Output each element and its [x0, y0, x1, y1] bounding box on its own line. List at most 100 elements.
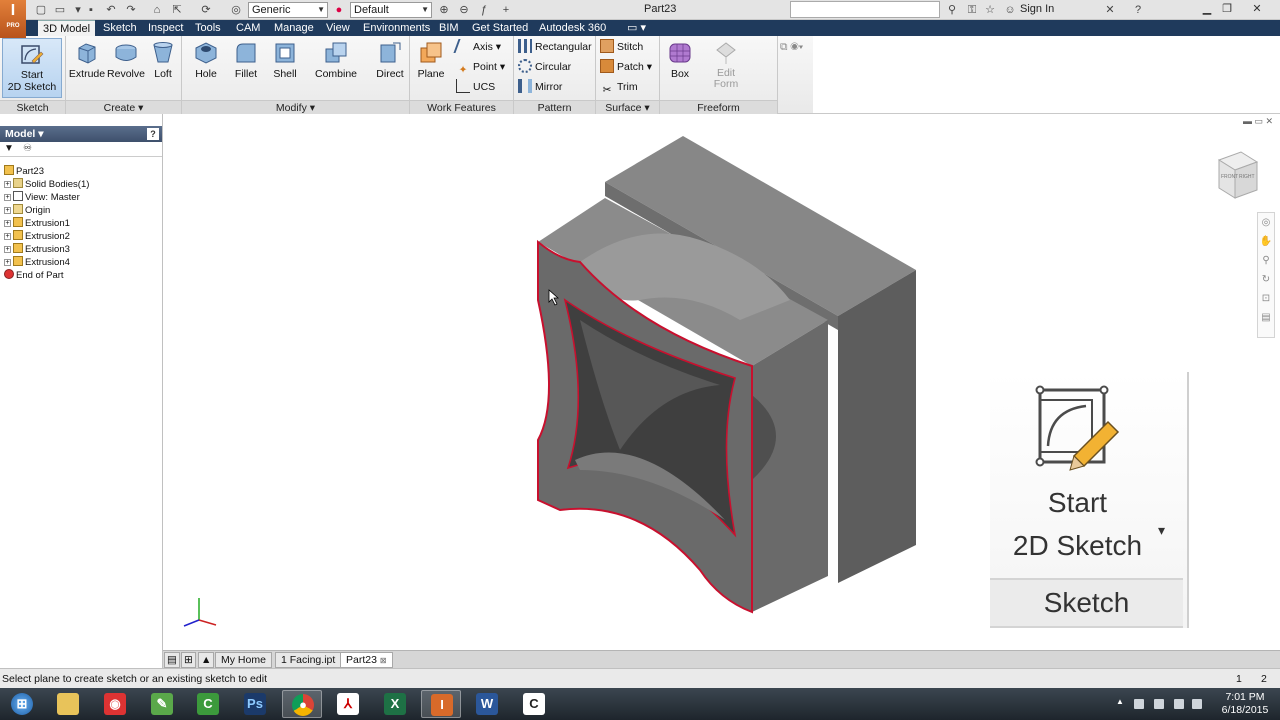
taskbar-clock[interactable]: 7:01 PM 6/18/2015 — [1210, 691, 1280, 717]
expand-icon[interactable]: + — [4, 194, 11, 201]
taskbar-app-red[interactable]: ◉ — [95, 690, 135, 718]
select-icon[interactable]: ◎ — [228, 2, 244, 18]
fx-icon[interactable]: ƒ — [476, 2, 492, 18]
tab-environments[interactable]: Environments — [358, 20, 435, 36]
new-icon[interactable]: ▢ — [33, 2, 49, 18]
expand-icon[interactable]: + — [4, 233, 11, 240]
binoculars-icon[interactable]: ♾ — [23, 143, 32, 154]
customize-icon[interactable]: ▤ — [1258, 308, 1274, 327]
circular-pattern-button[interactable]: Circular — [518, 58, 571, 76]
taskbar-camtasia-recorder[interactable]: C — [514, 690, 554, 718]
doc-tab-part23[interactable]: Part23 ⊠ — [340, 652, 393, 668]
extrude-button[interactable]: Extrude — [68, 38, 106, 98]
undo-icon[interactable]: ↶ — [103, 2, 119, 18]
tree-item-view[interactable]: + View: Master — [4, 191, 80, 204]
user-icon[interactable]: ☺ — [1002, 2, 1018, 18]
tab-autodesk-360[interactable]: Autodesk 360 — [534, 20, 611, 36]
pan-icon[interactable]: ✋ — [1258, 232, 1274, 251]
taskbar-app-green[interactable]: ✎ — [142, 690, 182, 718]
doc-tab-facing[interactable]: 1 Facing.ipt — [275, 652, 342, 668]
taskbar-photoshop[interactable]: Ps — [235, 690, 275, 718]
look-at-icon[interactable]: ⊡ — [1258, 289, 1274, 308]
trim-button[interactable]: ✂ Trim — [600, 78, 638, 96]
ucs-button[interactable]: UCS — [456, 78, 495, 96]
tab-tools[interactable]: Tools — [190, 20, 226, 36]
taskbar-chrome[interactable]: ● — [282, 690, 322, 718]
shell-button[interactable]: Shell — [268, 38, 302, 98]
stitch-button[interactable]: Stitch — [600, 38, 643, 56]
mirror-button[interactable]: Mirror — [518, 78, 562, 96]
tree-item-end-of-part[interactable]: End of Part — [4, 269, 64, 282]
update-icon[interactable]: ⟳ — [198, 2, 214, 18]
panel-title-modify[interactable]: Modify ▾ — [182, 100, 409, 114]
expand-icon[interactable]: + — [4, 246, 11, 253]
doc-menu-icon[interactable]: ▲ — [198, 652, 215, 668]
ribbon-options-icon[interactable]: ▭ ▾ — [622, 20, 651, 36]
tree-item-origin[interactable]: + Origin — [4, 204, 50, 217]
taskbar-explorer[interactable] — [48, 690, 88, 718]
help-search-input[interactable] — [790, 1, 940, 18]
expand-icon[interactable]: + — [4, 259, 11, 266]
hole-button[interactable]: Hole — [188, 38, 224, 98]
convert-icon[interactable]: ⧉ ◉▾ — [780, 38, 803, 56]
cascade-icon[interactable]: ⊞ — [181, 652, 196, 668]
clear-override-icon[interactable]: ⊖ — [456, 2, 472, 18]
sign-in-link[interactable]: Sign In — [1020, 3, 1054, 15]
graphics-viewport[interactable]: ▬ ▭ ✕ FRONT RIGHT ◎ ✋ ⚲ ↻ ⊡ ▤ Start 2D S… — [163, 114, 1280, 650]
combine-button[interactable]: Combine — [310, 38, 362, 98]
taskbar-excel[interactable]: X — [375, 690, 415, 718]
measure-icon[interactable]: ⊕ — [436, 2, 452, 18]
tray-expand-icon[interactable]: ▲ — [1116, 697, 1126, 707]
tray-battery-icon[interactable] — [1154, 699, 1164, 709]
zoom-icon[interactable]: ⚲ — [1258, 251, 1274, 270]
plane-button[interactable]: Plane — [414, 38, 448, 98]
appearance-combo[interactable]: Generic ▼ — [248, 2, 328, 18]
expand-icon[interactable]: + — [4, 207, 11, 214]
binoculars-icon[interactable]: ⚲ — [944, 2, 960, 18]
filter-icon[interactable]: ▼ — [4, 143, 14, 154]
tree-item-extrusion2[interactable]: + Extrusion2 — [4, 230, 70, 243]
point-button[interactable]: ✦ Point ▾ — [456, 58, 506, 76]
tab-bim[interactable]: BIM — [434, 20, 464, 36]
edit-form-button[interactable]: Edit Form — [708, 38, 744, 98]
orbit-icon[interactable]: ↻ — [1258, 270, 1274, 289]
taskbar-inventor[interactable]: I — [421, 690, 461, 718]
box-button[interactable]: Box — [662, 38, 698, 98]
tree-item-extrusion4[interactable]: + Extrusion4 — [4, 256, 70, 269]
add-icon[interactable]: + — [498, 2, 514, 18]
tile-icon[interactable]: ▤ — [164, 652, 180, 668]
revolve-button[interactable]: Revolve — [106, 38, 146, 98]
patch-button[interactable]: Patch ▾ — [600, 58, 652, 76]
return-icon[interactable]: ⇱ — [169, 2, 185, 18]
axis-button[interactable]: Axis ▾ — [453, 38, 501, 56]
tab-view[interactable]: View — [321, 20, 355, 36]
tree-item-part[interactable]: Part23 — [4, 165, 44, 178]
viewport-window-controls[interactable]: ▬ ▭ ✕ — [1243, 116, 1273, 127]
expand-icon[interactable]: + — [4, 181, 11, 188]
minimize-icon[interactable]: ▁ — [1198, 1, 1216, 17]
key-icon[interactable]: ⚿ — [964, 2, 980, 18]
home-icon[interactable]: ⌂ — [149, 2, 165, 18]
close-icon[interactable]: ✕ — [1248, 1, 1266, 17]
loft-button[interactable]: Loft — [146, 38, 180, 98]
steering-wheel-icon[interactable]: ◎ — [1258, 213, 1274, 232]
save-icon[interactable]: ▪ — [83, 2, 99, 18]
close-icon[interactable]: ⊠ — [380, 656, 387, 665]
rectangular-pattern-button[interactable]: Rectangular — [518, 38, 592, 56]
taskbar-camtasia[interactable]: C — [188, 690, 228, 718]
tree-item-extrusion3[interactable]: + Extrusion3 — [4, 243, 70, 256]
open-icon[interactable]: ▭ — [52, 2, 68, 18]
viewcube[interactable]: FRONT RIGHT — [1211, 148, 1265, 204]
panel-title-create[interactable]: Create ▾ — [66, 100, 181, 114]
expand-icon[interactable]: + — [4, 220, 11, 227]
fillet-button[interactable]: Fillet — [228, 38, 264, 98]
tree-item-solid-bodies[interactable]: + Solid Bodies(1) — [4, 178, 89, 191]
tray-network-icon[interactable] — [1134, 699, 1144, 709]
tab-get-started[interactable]: Get Started — [467, 20, 533, 36]
tree-item-extrusion1[interactable]: + Extrusion1 — [4, 217, 70, 230]
exchange-icon[interactable]: ✕ — [1102, 2, 1118, 18]
taskbar-acrobat[interactable]: ⅄ — [328, 690, 368, 718]
panel-title-surface[interactable]: Surface ▾ — [596, 100, 659, 114]
tab-sketch[interactable]: Sketch — [98, 20, 142, 36]
help-icon[interactable]: ? — [1130, 2, 1146, 18]
